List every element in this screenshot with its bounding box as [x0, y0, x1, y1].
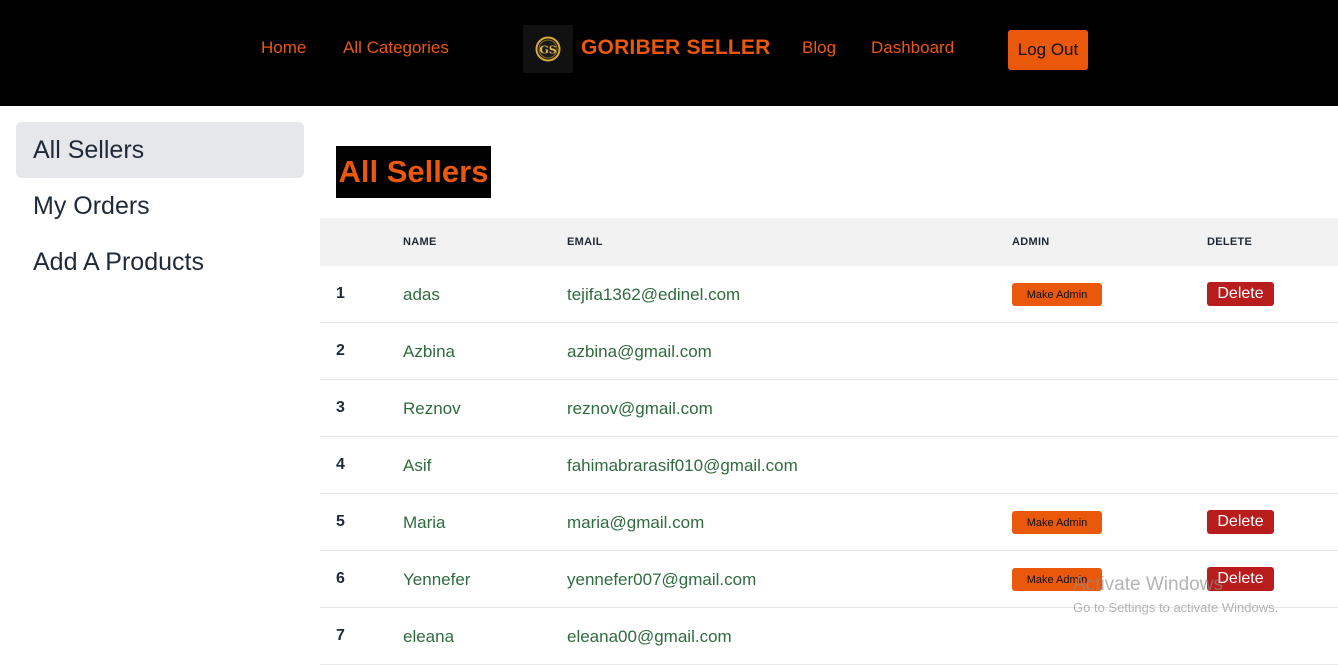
column-header-email: EMAIL: [567, 236, 603, 248]
svg-text:GS: GS: [539, 44, 556, 57]
nav-dashboard-link[interactable]: Dashboard: [871, 38, 954, 58]
sidebar-item-my-orders[interactable]: My Orders: [16, 178, 304, 234]
brand-logo[interactable]: GS: [523, 25, 573, 73]
delete-button[interactable]: Delete: [1207, 567, 1274, 591]
table-row: 5 Maria maria@gmail.com Make Admin Delete: [320, 494, 1338, 551]
dashboard-sidebar: All Sellers My Orders Add A Products: [16, 122, 304, 290]
gs-monogram-logo-icon: GS: [535, 36, 561, 62]
table-row: 3 Reznov reznov@gmail.com: [320, 380, 1338, 437]
row-number: 1: [336, 285, 345, 302]
row-number: 5: [336, 513, 345, 530]
row-number: 6: [336, 570, 345, 587]
make-admin-button[interactable]: Make Admin: [1012, 511, 1102, 534]
table-header: NAME EMAIL ADMIN DELETE: [320, 218, 1338, 266]
delete-button[interactable]: Delete: [1207, 282, 1274, 306]
top-navbar: Home All Categories GS GORIBER SELLER Bl…: [0, 0, 1338, 106]
seller-name: Yennefer: [403, 570, 471, 589]
table-row: 2 Azbina azbina@gmail.com: [320, 323, 1338, 380]
make-admin-button[interactable]: Make Admin: [1012, 283, 1102, 306]
seller-email: maria@gmail.com: [567, 513, 705, 532]
row-number: 7: [336, 627, 345, 644]
seller-name: eleana: [403, 627, 455, 646]
seller-email: eleana00@gmail.com: [567, 627, 732, 646]
page-title: All Sellers: [336, 146, 491, 198]
nav-all-categories-link[interactable]: All Categories: [343, 38, 449, 58]
seller-name: adas: [403, 285, 440, 304]
seller-email: azbina@gmail.com: [567, 342, 712, 361]
table-row: 4 Asif fahimabrarasif010@gmail.com: [320, 437, 1338, 494]
table-body: 1 adas tejifa1362@edinel.com Make Admin Dele…: [320, 266, 1338, 665]
row-number: 2: [336, 342, 345, 359]
seller-email: yennefer007@gmail.com: [567, 570, 757, 589]
seller-email: tejifa1362@edinel.com: [567, 285, 741, 304]
table-row: 6 Yennefer yennefer007@gmail.com Make Admin…: [320, 551, 1338, 608]
column-header-delete: DELETE: [1207, 236, 1253, 248]
seller-email: reznov@gmail.com: [567, 399, 713, 418]
row-number: 3: [336, 399, 345, 416]
seller-name: Azbina: [403, 342, 455, 361]
nav-home-link[interactable]: Home: [261, 38, 306, 58]
nav-blog-link[interactable]: Blog: [802, 38, 836, 58]
column-header-admin: ADMIN: [1012, 236, 1050, 248]
brand-name[interactable]: GORIBER SELLER: [581, 36, 770, 60]
row-number: 4: [336, 456, 345, 473]
column-header-name: NAME: [403, 236, 437, 248]
logout-button[interactable]: Log Out: [1008, 30, 1088, 70]
seller-email: fahimabrarasif010@gmail.com: [567, 456, 798, 475]
sidebar-item-all-sellers[interactable]: All Sellers: [16, 122, 304, 178]
make-admin-button[interactable]: Make Admin: [1012, 568, 1102, 591]
sidebar-item-add-products[interactable]: Add A Products: [16, 234, 304, 290]
seller-name: Reznov: [403, 399, 461, 418]
seller-name: Maria: [403, 513, 446, 532]
sellers-table: NAME EMAIL ADMIN DELETE 1 adas tejifa1362@…: [320, 218, 1338, 665]
table-row: 1 adas tejifa1362@edinel.com Make Admin Dele…: [320, 266, 1338, 323]
table-row: 7 eleana eleana00@gmail.com: [320, 608, 1338, 665]
delete-button[interactable]: Delete: [1207, 510, 1274, 534]
seller-name: Asif: [403, 456, 432, 475]
